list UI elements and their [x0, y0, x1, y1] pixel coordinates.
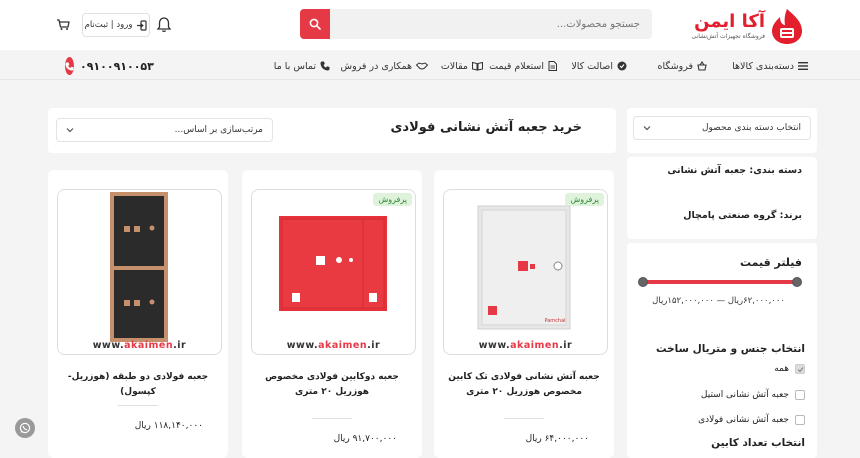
white-steel-cabinet-image: Pamchal [477, 205, 571, 330]
material-option[interactable]: جعبه آتش نشانی فولادی [698, 413, 805, 427]
chevron-down-icon [643, 126, 651, 131]
material-filter-title: انتخاب جنس و متریال ساخت [656, 343, 805, 355]
menu-icon [798, 62, 808, 70]
image-watermark: www.akaimen.ir [478, 340, 573, 351]
price-slider-track[interactable] [643, 280, 797, 284]
bestseller-badge: پرفروش [373, 193, 412, 206]
nav-shop-label: فروشگاه [657, 60, 693, 72]
nav-articles[interactable]: مقالات [441, 59, 483, 73]
material-option-label: جعبه آتش نشانی فولادی [698, 415, 789, 425]
category-select[interactable]: انتخاب دسته بندی محصول [633, 116, 811, 140]
search-input[interactable] [330, 9, 652, 39]
product-price: ۶۴,۰۰۰,۰۰۰ ریال [525, 434, 589, 444]
login-icon [137, 19, 148, 31]
logo-title: آکا ایمن [694, 11, 765, 32]
brand-filter-label: برند: گروه صنعتی پامچال [683, 210, 802, 221]
product-name[interactable]: جعبه فولادی دو طبقه (هوزریل-کپسول) [60, 370, 216, 401]
phone-call-icon [65, 61, 74, 71]
price-slider-min-handle[interactable] [638, 277, 648, 287]
product-name[interactable]: جعبه آتش نشانی فولادی تک کابین مخصوص هوز… [446, 370, 602, 401]
phone-number: ۰۹۱۰۰۹۱۰۰۵۳ [80, 59, 154, 73]
support-phone[interactable]: ۰۹۱۰۰۹۱۰۰۵۳ [65, 56, 154, 76]
material-option[interactable]: جعبه آتش نشانی استیل [701, 388, 805, 402]
nav-contact-label: تماس با ما [273, 60, 316, 72]
product-price: ۹۱,۷۰۰,۰۰۰ ریال [333, 434, 397, 444]
bell-icon[interactable] [155, 16, 173, 34]
card-divider [312, 418, 352, 419]
document-icon [548, 61, 557, 71]
image-watermark: www.akaimen.ir [286, 340, 381, 351]
product-image[interactable]: Pamchal پرفروش www.akaimen.ir [443, 189, 608, 355]
cart-icon[interactable] [56, 17, 70, 31]
price-filter-title: فیلتر قیمت [739, 256, 802, 269]
handshake-icon [416, 62, 428, 70]
checkbox[interactable] [795, 364, 805, 374]
category-select-panel: انتخاب دسته بندی محصول [627, 108, 817, 153]
site-header: آکا ایمن فروشگاه تجهیزات آتش‌نشانی ورود … [0, 0, 860, 50]
checkbox[interactable] [795, 390, 805, 400]
search-icon [309, 18, 321, 30]
sort-select[interactable]: مرتب‌سازی بر اساس... [56, 118, 273, 142]
category-select-label: انتخاب دسته بندی محصول [701, 123, 801, 133]
black-two-tier-cabinet-image [110, 192, 168, 342]
logo-flame-icon [772, 9, 802, 44]
bestseller-badge: پرفروش [565, 193, 604, 206]
nav-sales-partnership[interactable]: همکاری در فروش [340, 59, 428, 73]
nav-price-inquiry[interactable]: استعلام قیمت [489, 59, 557, 73]
logo-tagline: فروشگاه تجهیزات آتش‌نشانی [691, 33, 765, 40]
product-name[interactable]: جعبه دوکابین فولادی مخصوص هوزریل ۲۰ متری [254, 370, 410, 401]
product-price: ۱۱۸,۱۴۰,۰۰۰ ریال [134, 421, 203, 431]
nav-price-inquiry-label: استعلام قیمت [489, 60, 544, 72]
nav-articles-label: مقالات [440, 60, 468, 72]
nav-authenticity[interactable]: اصالت کالا [571, 59, 627, 73]
product-image[interactable]: www.akaimen.ir [57, 189, 222, 355]
product-card[interactable]: Pamchal پرفروش www.akaimen.ir جعبه آتش ن… [434, 170, 614, 458]
product-image[interactable]: پرفروش www.akaimen.ir [251, 189, 416, 355]
nav-contact[interactable]: تماس با ما [274, 59, 330, 73]
nav-categories[interactable]: دسته‌بندی کالاها [732, 59, 808, 73]
product-card[interactable]: www.akaimen.ir جعبه فولادی دو طبقه (هوزر… [48, 170, 228, 458]
check-icon [797, 366, 803, 372]
phone-badge [65, 57, 74, 75]
cabinet-count-filter-title: انتخاب تعداد کابین [711, 437, 805, 449]
site-logo[interactable]: آکا ایمن فروشگاه تجهیزات آتش‌نشانی [692, 7, 805, 45]
badge-check-icon [617, 61, 627, 71]
basket-icon [697, 61, 707, 71]
search-bar [300, 9, 652, 39]
nav-shop[interactable]: فروشگاه [658, 59, 707, 73]
card-divider [118, 405, 158, 406]
phone-icon [320, 61, 330, 71]
material-option-label: جعبه آتش نشانی استیل [700, 390, 789, 400]
material-option[interactable]: همه [774, 362, 805, 376]
material-option-label: همه [774, 364, 789, 374]
red-double-cabinet-image [279, 216, 387, 311]
category-filter-label: دسته بندی: جعبه آتش نشانی [667, 165, 802, 176]
price-range-text: ۶۲,۰۰۰,۰۰۰ریال — ۱۵۲,۰۰۰,۰۰۰ریال [652, 296, 785, 306]
price-slider-max-handle[interactable] [792, 277, 802, 287]
card-divider [504, 418, 544, 419]
book-icon [472, 61, 483, 71]
checkbox[interactable] [795, 415, 805, 425]
page-title: خرید جعبه آتش نشانی فولادی [390, 120, 582, 135]
nav-authenticity-label: اصالت کالا [571, 60, 613, 72]
login-button[interactable]: ورود | ثبت‌نام [82, 13, 150, 37]
svg-text:Pamchal: Pamchal [544, 318, 565, 324]
product-card[interactable]: پرفروش www.akaimen.ir جعبه دوکابین فولاد… [242, 170, 422, 458]
search-button[interactable] [300, 9, 330, 39]
image-watermark: www.akaimen.ir [92, 340, 187, 351]
nav-categories-label: دسته‌بندی کالاها [732, 60, 794, 72]
sort-select-label: مرتب‌سازی بر اساس... [174, 125, 263, 135]
whatsapp-icon [19, 422, 31, 434]
nav-sales-partnership-label: همکاری در فروش [340, 60, 413, 72]
whatsapp-button[interactable] [15, 418, 35, 438]
login-label: ورود | ثبت‌نام [84, 20, 133, 30]
chevron-down-icon [66, 128, 74, 133]
